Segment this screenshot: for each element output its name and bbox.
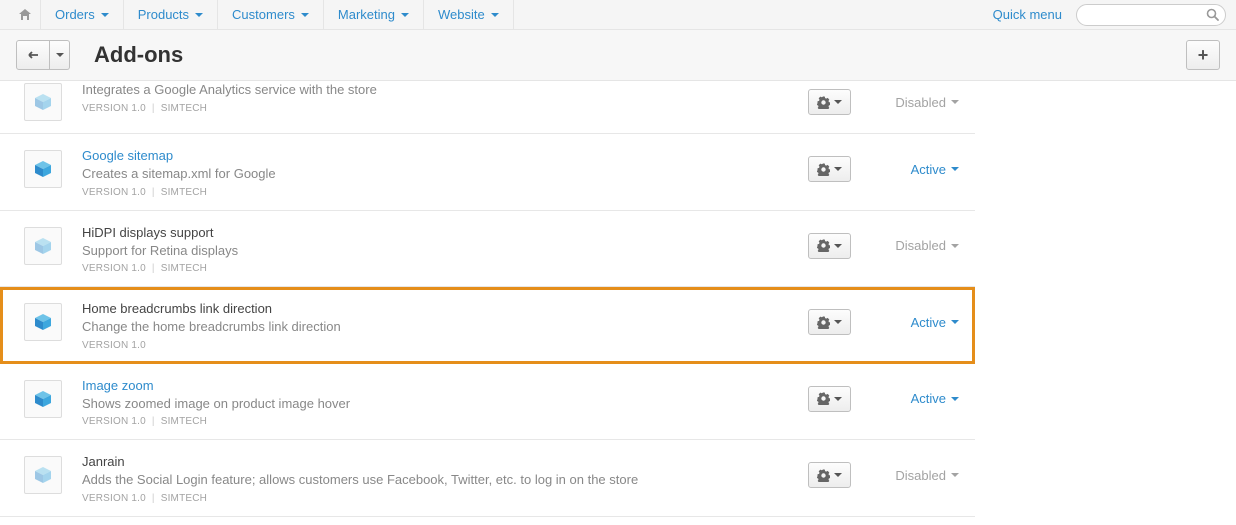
back-dropdown[interactable] <box>50 40 70 70</box>
addon-settings-button[interactable] <box>808 462 851 488</box>
addon-settings-button[interactable] <box>808 309 851 335</box>
chevron-down-icon <box>951 397 959 401</box>
addon-body: HiDPI displays support Support for Retina… <box>82 225 808 275</box>
addon-controls: Disabled <box>808 225 959 259</box>
addon-settings-button[interactable] <box>808 233 851 259</box>
addon-status-label: Active <box>911 315 946 330</box>
addon-meta: VERSION 1.0|SIMTECH <box>82 103 808 114</box>
addon-title: Home breadcrumbs link direction <box>82 301 808 316</box>
quick-menu-link[interactable]: Quick menu <box>979 7 1076 22</box>
chevron-down-icon <box>834 167 842 171</box>
addon-settings-button[interactable] <box>808 89 851 115</box>
addon-title: Janrain <box>82 454 808 469</box>
addon-meta: VERSION 1.0 <box>82 340 808 351</box>
chevron-down-icon <box>834 397 842 401</box>
addon-row: Integrates a Google Analytics service wi… <box>0 81 975 134</box>
addon-cube-icon <box>24 227 62 265</box>
addon-cube-icon <box>24 303 62 341</box>
chevron-down-icon <box>951 167 959 171</box>
addon-settings-button[interactable] <box>808 156 851 182</box>
chevron-down-icon <box>951 100 959 104</box>
add-button[interactable]: + <box>1186 40 1220 70</box>
addon-cube-icon <box>24 380 62 418</box>
addon-status-toggle[interactable]: Active <box>887 391 959 406</box>
addon-body: Integrates a Google Analytics service wi… <box>82 81 808 114</box>
back-button-group <box>16 40 70 70</box>
back-button[interactable] <box>16 40 50 70</box>
nav-item-label: Customers <box>232 7 295 22</box>
addon-status-label: Active <box>911 391 946 406</box>
addon-controls: Disabled <box>808 81 959 115</box>
nav-item-label: Marketing <box>338 7 395 22</box>
addon-status-toggle[interactable]: Disabled <box>887 468 959 483</box>
addon-body: Janrain Adds the Social Login feature; al… <box>82 454 808 504</box>
addon-status-label: Disabled <box>895 95 946 110</box>
addon-description: Support for Retina displays <box>82 242 808 260</box>
addon-body: Google sitemap Creates a sitemap.xml for … <box>82 148 808 198</box>
addon-status-label: Disabled <box>895 468 946 483</box>
addon-status-label: Disabled <box>895 238 946 253</box>
chevron-down-icon <box>951 244 959 248</box>
addon-body: Home breadcrumbs link direction Change th… <box>82 301 808 351</box>
chevron-down-icon <box>834 473 842 477</box>
nav-item-customers[interactable]: Customers <box>218 0 324 30</box>
addon-title[interactable]: Image zoom <box>82 378 808 393</box>
addon-description: Adds the Social Login feature; allows cu… <box>82 471 808 489</box>
chevron-down-icon <box>951 320 959 324</box>
chevron-down-icon <box>101 13 109 17</box>
addon-row: HiDPI displays support Support for Retina… <box>0 211 975 288</box>
chevron-down-icon <box>401 13 409 17</box>
addon-description: Creates a sitemap.xml for Google <box>82 165 808 183</box>
chevron-down-icon <box>834 320 842 324</box>
nav-item-products[interactable]: Products <box>124 0 218 30</box>
addon-description: Integrates a Google Analytics service wi… <box>82 81 808 99</box>
nav-item-label: Website <box>438 7 485 22</box>
addon-status-toggle[interactable]: Disabled <box>887 238 959 253</box>
addon-controls: Active <box>808 378 959 412</box>
addon-row: Home breadcrumbs link direction Change th… <box>0 287 975 364</box>
addon-body: Image zoom Shows zoomed image on product … <box>82 378 808 428</box>
addon-controls: Disabled <box>808 454 959 488</box>
addon-controls: Active <box>808 301 959 335</box>
search-icon[interactable] <box>1206 8 1219 21</box>
nav-item-label: Orders <box>55 7 95 22</box>
addon-meta: VERSION 1.0|SIMTECH <box>82 416 808 427</box>
addon-description: Change the home breadcrumbs link directi… <box>82 318 808 336</box>
nav-item-marketing[interactable]: Marketing <box>324 0 424 30</box>
search-input[interactable] <box>1076 4 1226 26</box>
addon-title[interactable]: Google sitemap <box>82 148 808 163</box>
addon-meta: VERSION 1.0|SIMTECH <box>82 187 808 198</box>
chevron-down-icon <box>491 13 499 17</box>
chevron-down-icon <box>195 13 203 17</box>
addon-status-toggle[interactable]: Active <box>887 315 959 330</box>
addon-meta: VERSION 1.0|SIMTECH <box>82 493 808 504</box>
addon-description: Shows zoomed image on product image hove… <box>82 395 808 413</box>
search-box <box>1076 4 1226 26</box>
chevron-down-icon <box>834 244 842 248</box>
addon-meta: VERSION 1.0|SIMTECH <box>82 263 808 274</box>
page-title: Add-ons <box>94 42 183 68</box>
nav-item-label: Products <box>138 7 189 22</box>
addon-status-toggle[interactable]: Active <box>887 162 959 177</box>
addon-row: Image zoom Shows zoomed image on product … <box>0 364 975 441</box>
addon-cube-icon <box>24 456 62 494</box>
addon-settings-button[interactable] <box>808 386 851 412</box>
addon-title: HiDPI displays support <box>82 225 808 240</box>
addon-status-label: Active <box>911 162 946 177</box>
nav-item-website[interactable]: Website <box>424 0 514 30</box>
addon-controls: Active <box>808 148 959 182</box>
addon-cube-icon <box>24 83 62 121</box>
addon-status-toggle[interactable]: Disabled <box>887 95 959 110</box>
addon-row: Google sitemap Creates a sitemap.xml for … <box>0 134 975 211</box>
home-icon[interactable] <box>10 8 40 22</box>
chevron-down-icon <box>951 473 959 477</box>
chevron-down-icon <box>834 100 842 104</box>
addon-cube-icon <box>24 150 62 188</box>
addon-row: Janrain Adds the Social Login feature; al… <box>0 440 975 517</box>
chevron-down-icon <box>301 13 309 17</box>
nav-item-orders[interactable]: Orders <box>40 0 124 30</box>
